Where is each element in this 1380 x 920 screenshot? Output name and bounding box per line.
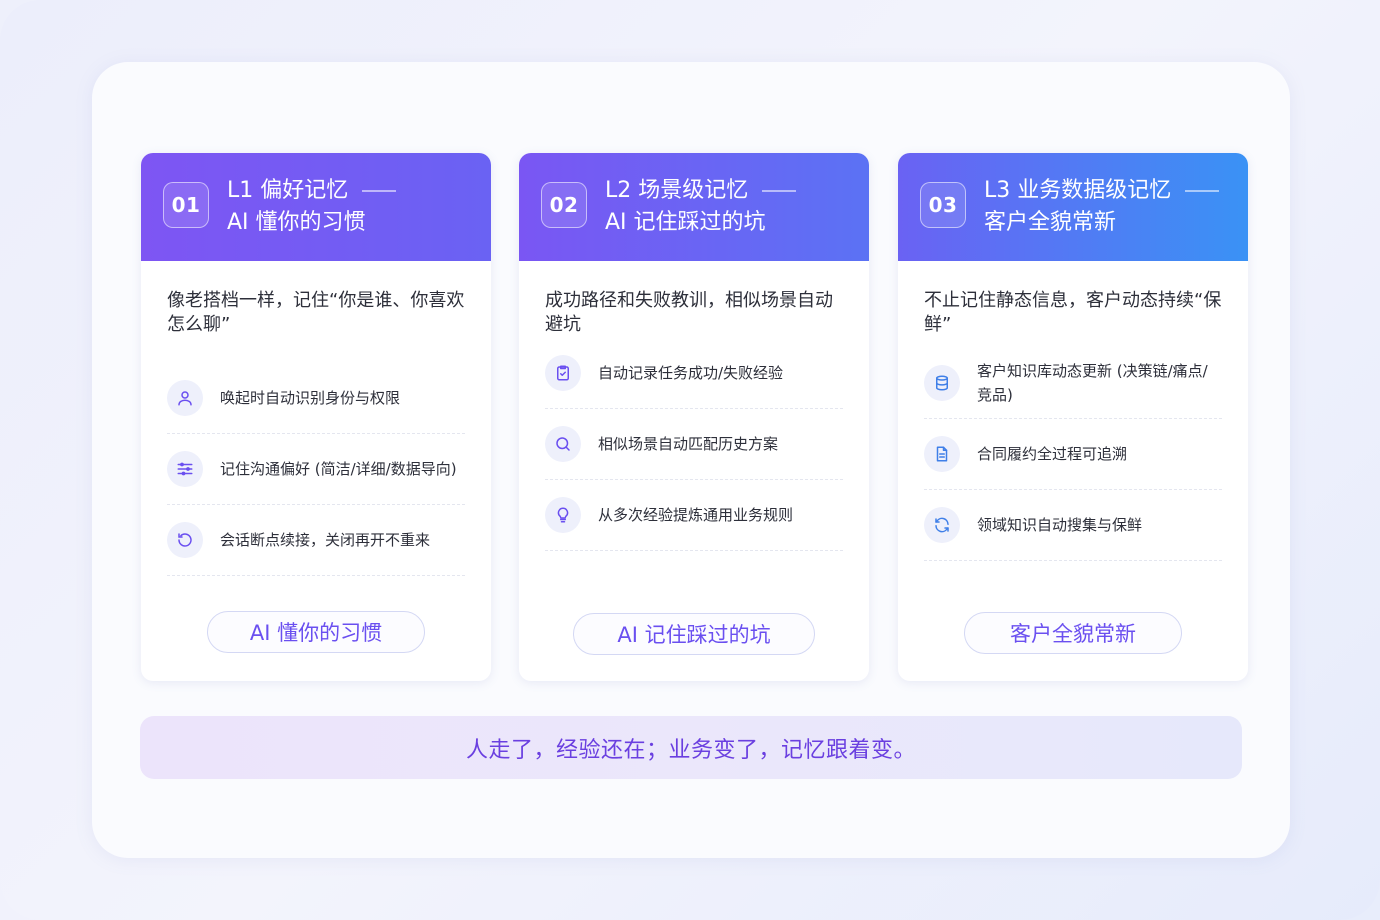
user-icon xyxy=(167,380,203,416)
list-item: 客户知识库动态更新 (决策链/痛点/竞品) xyxy=(924,348,1222,419)
item-text: 客户知识库动态更新 (决策链/痛点/竞品) xyxy=(977,362,1208,404)
summary-banner: 人走了，经验还在；业务变了，记忆跟着变。 xyxy=(140,716,1242,779)
list-item: 记住沟通偏好 (简洁/详细/数据导向) xyxy=(167,434,465,505)
card-subtitle: 客户全貌常新 xyxy=(984,210,1117,235)
document-icon xyxy=(924,436,960,472)
card-header: 03 L3 业务数据级记忆 客户全貌常新 xyxy=(898,153,1248,261)
card-description: 不止记住静态信息，客户动态持续“保鲜” xyxy=(924,290,1222,335)
card-description: 像老搭档一样，记住“你是谁、你喜欢怎么聊” xyxy=(167,290,465,335)
list-item: 相似场景自动匹配历史方案 xyxy=(545,409,843,480)
item-text: 相似场景自动匹配历史方案 xyxy=(598,435,779,453)
card-tag-pill: 客户全貌常新 xyxy=(964,612,1182,654)
card-number: 01 xyxy=(163,182,209,228)
item-text: 唤起时自动识别身份与权限 xyxy=(220,389,401,407)
item-text: 会话断点续接，关闭再开不重来 xyxy=(220,531,431,549)
list-item: 合同履约全过程可追溯 xyxy=(924,419,1222,490)
item-text: 合同履约全过程可追溯 xyxy=(977,445,1128,463)
search-icon xyxy=(545,426,581,462)
card-subtitle: AI 记住踩过的坑 xyxy=(605,210,766,235)
card-number: 03 xyxy=(920,182,966,228)
title-divider xyxy=(1185,190,1220,192)
item-text: 领域知识自动搜集与保鲜 xyxy=(977,516,1143,534)
title-divider xyxy=(762,190,797,192)
card-l3-business-data-memory: 03 L3 业务数据级记忆 客户全貌常新 不止记住静态信息，客户动态持续“保鲜”… xyxy=(898,153,1248,681)
card-tag-pill: AI 懂你的习惯 xyxy=(207,611,425,653)
card-l2-scenario-memory: 02 L2 场景级记忆 AI 记住踩过的坑 成功路径和失败教训，相似场景自动避坑… xyxy=(519,153,869,681)
item-text: 从多次经验提炼通用业务规则 xyxy=(598,506,794,524)
card-title-text: L1 偏好记忆 xyxy=(227,178,349,203)
item-text: 记住沟通偏好 (简洁/详细/数据导向) xyxy=(220,460,457,478)
history-icon xyxy=(167,522,203,558)
list-item: 自动记录任务成功/失败经验 xyxy=(545,338,843,409)
list-item: 唤起时自动识别身份与权限 xyxy=(167,363,465,434)
card-title-text: L3 业务数据级记忆 xyxy=(984,178,1172,203)
refresh-icon xyxy=(924,507,960,543)
database-icon xyxy=(924,365,960,401)
card-description: 成功路径和失败教训，相似场景自动避坑 xyxy=(545,290,833,335)
card-l1-preference-memory: 01 L1 偏好记忆 AI 懂你的习惯 像老搭档一样，记住“你是谁、你喜欢怎么聊… xyxy=(141,153,491,681)
card-subtitle: AI 懂你的习惯 xyxy=(227,210,366,235)
clipboard-check-icon xyxy=(545,355,581,391)
card-title: L1 偏好记忆 xyxy=(227,175,397,207)
lightbulb-icon xyxy=(545,497,581,533)
card-header: 02 L2 场景级记忆 AI 记住踩过的坑 xyxy=(519,153,869,261)
title-divider xyxy=(362,190,397,192)
list-item: 领域知识自动搜集与保鲜 xyxy=(924,490,1222,561)
list-item: 从多次经验提炼通用业务规则 xyxy=(545,480,843,551)
card-header: 01 L1 偏好记忆 AI 懂你的习惯 xyxy=(141,153,491,261)
sliders-icon xyxy=(167,451,203,487)
list-item: 会话断点续接，关闭再开不重来 xyxy=(167,505,465,576)
card-title: L3 业务数据级记忆 xyxy=(984,175,1220,207)
card-title: L2 场景级记忆 xyxy=(605,175,797,207)
card-tag-pill: AI 记住踩过的坑 xyxy=(573,613,815,655)
card-title-text: L2 场景级记忆 xyxy=(605,178,749,203)
card-number: 02 xyxy=(541,182,587,228)
item-text: 自动记录任务成功/失败经验 xyxy=(598,364,784,382)
